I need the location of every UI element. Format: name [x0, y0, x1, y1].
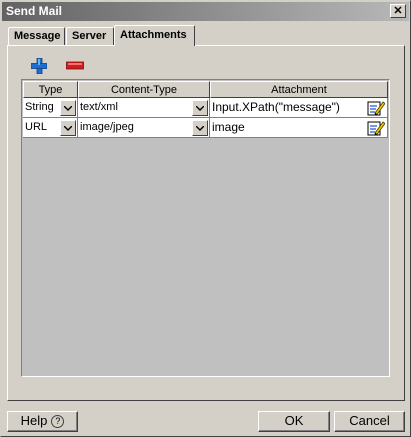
tab-server[interactable]: Server [66, 27, 114, 45]
type-value: String [25, 101, 54, 113]
content-type-value: image/jpeg [80, 121, 134, 133]
close-icon: ✕ [393, 5, 403, 17]
column-header-content-type[interactable]: Content-Type [78, 81, 210, 98]
edit-expression-icon[interactable] [367, 100, 385, 116]
attachments-table: Type Content-Type Attachment String text… [21, 79, 390, 377]
cancel-button[interactable]: Cancel [334, 411, 405, 432]
type-dropdown-button[interactable] [60, 100, 76, 116]
attachment-value: Input.XPath("message") [212, 100, 340, 114]
table-row[interactable]: String text/xml Input.XPath("message") [23, 98, 388, 118]
edit-expression-icon[interactable] [367, 120, 385, 136]
ok-button[interactable]: OK [258, 411, 330, 432]
title-bar[interactable]: Send Mail ✕ [2, 2, 409, 21]
ok-button-label: OK [284, 413, 304, 428]
content-type-value: text/xml [80, 101, 118, 113]
content-type-cell[interactable]: text/xml [78, 98, 210, 118]
content-type-cell[interactable]: image/jpeg [78, 118, 210, 138]
chevron-down-icon [64, 106, 72, 111]
content-type-dropdown-button[interactable] [192, 120, 208, 136]
tab-attachments-label: Attachments [120, 29, 187, 41]
remove-minus-icon[interactable] [66, 61, 84, 71]
tab-attachments[interactable]: Attachments [114, 25, 195, 46]
chevron-down-icon [196, 126, 204, 131]
send-mail-dialog: Send Mail ✕ Message Server Attachments T… [0, 0, 411, 437]
help-button-label: Help [20, 413, 48, 428]
attachment-cell[interactable]: Input.XPath("message") [210, 98, 388, 118]
window-title: Send Mail [6, 4, 63, 18]
chevron-down-icon [196, 106, 204, 111]
attachment-cell[interactable]: image [210, 118, 388, 138]
column-header-attachment[interactable]: Attachment [210, 81, 388, 98]
chevron-down-icon [64, 126, 72, 131]
table-row[interactable]: URL image/jpeg image [23, 118, 388, 138]
close-button[interactable]: ✕ [390, 4, 406, 18]
type-value: URL [25, 121, 48, 133]
help-question-icon: ? [51, 415, 65, 428]
add-plus-icon[interactable] [31, 58, 47, 74]
column-header-type[interactable]: Type [23, 81, 78, 98]
type-dropdown-button[interactable] [60, 120, 76, 136]
tab-server-label: Server [72, 30, 107, 42]
content-type-dropdown-button[interactable] [192, 100, 208, 116]
tab-message[interactable]: Message [8, 27, 65, 45]
help-button[interactable]: Help? [7, 411, 78, 432]
attachment-value: image [212, 120, 245, 134]
tab-message-label: Message [14, 30, 61, 42]
cancel-button-label: Cancel [349, 413, 390, 428]
